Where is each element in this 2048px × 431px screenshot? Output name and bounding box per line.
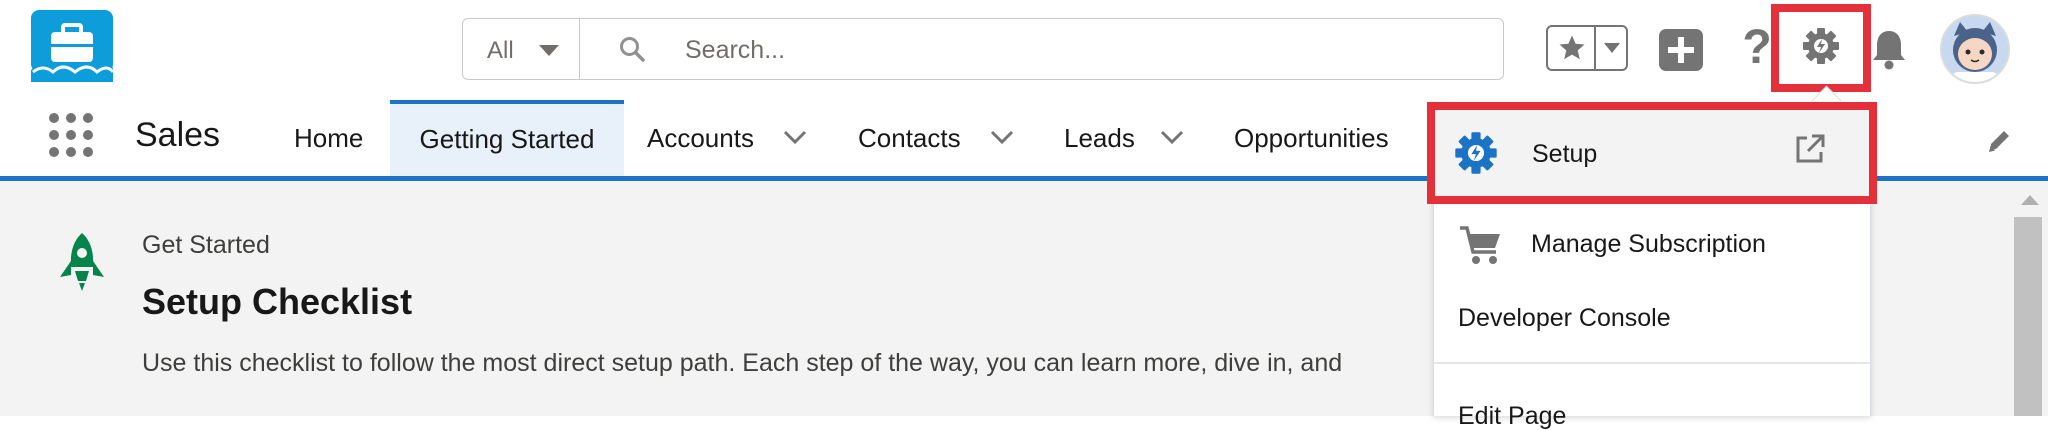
menu-item-edit-page[interactable]: Edit Page <box>1434 366 1870 430</box>
page-description: Use this checklist to follow the most di… <box>142 349 1343 377</box>
rocket-icon <box>55 231 109 293</box>
setup-dropdown-menu: Setup Manage Subscription Developer Cons… <box>1427 102 1877 430</box>
nav-tab-accounts[interactable]: Accounts <box>647 100 754 176</box>
app-launcher-icon[interactable] <box>48 112 94 158</box>
search-input[interactable] <box>683 30 1467 70</box>
nav-tab-contacts[interactable]: Contacts <box>858 100 961 176</box>
menu-item-manage-subscription[interactable]: Manage Subscription <box>1434 210 1870 284</box>
app-logo-icon[interactable] <box>31 10 115 82</box>
nav-tab-leads[interactable]: Leads <box>1064 100 1135 176</box>
scroll-up-icon[interactable] <box>2021 195 2039 205</box>
favorites-divider <box>1594 27 1596 69</box>
vertical-scrollbar[interactable] <box>2008 181 2048 416</box>
caret-down-icon <box>539 45 559 56</box>
edit-nav-pencil-icon[interactable] <box>1986 128 2012 154</box>
search-icon <box>619 36 645 62</box>
app-name: Sales <box>135 116 221 154</box>
favorites-button-group <box>1546 25 1628 71</box>
leads-chevron-down-icon[interactable] <box>1160 129 1184 145</box>
external-link-icon <box>1793 132 1827 173</box>
shopping-cart-icon <box>1458 222 1504 275</box>
nav-tab-opportunities[interactable]: Opportunities <box>1234 100 1389 176</box>
setup-gear-button[interactable] <box>1771 4 1871 92</box>
menu-item-developer-console-label: Developer Console <box>1458 304 1671 332</box>
gear-icon <box>1803 28 1839 64</box>
menu-item-manage-subscription-label: Manage Subscription <box>1531 230 1766 258</box>
scrollbar-thumb[interactable] <box>2014 217 2042 416</box>
nav-tab-getting-started[interactable]: Getting Started <box>390 100 624 176</box>
global-header: All ? <box>0 0 2048 101</box>
setup-gear-icon <box>1453 130 1499 183</box>
global-actions-plus-icon[interactable] <box>1659 29 1703 71</box>
menu-item-edit-page-label: Edit Page <box>1458 402 1567 430</box>
contacts-chevron-down-icon[interactable] <box>990 129 1014 145</box>
search-scope-label: All <box>487 37 514 64</box>
menu-item-setup-label: Setup <box>1532 140 1598 168</box>
notifications-bell-icon[interactable] <box>1870 28 1908 70</box>
nav-tab-home[interactable]: Home <box>294 100 363 176</box>
menu-divider <box>1434 362 1870 364</box>
accounts-chevron-down-icon[interactable] <box>783 129 807 145</box>
favorites-dropdown-icon[interactable] <box>1604 43 1620 53</box>
page-title: Setup Checklist <box>142 281 413 322</box>
menu-item-developer-console[interactable]: Developer Console <box>1434 286 1870 360</box>
user-avatar[interactable] <box>1940 14 2010 84</box>
menu-item-setup[interactable]: Setup <box>1427 102 1877 204</box>
search-scope-dropdown[interactable]: All <box>463 19 580 79</box>
global-search: All <box>462 18 1504 80</box>
section-eyebrow: Get Started <box>142 231 270 259</box>
star-icon[interactable] <box>1557 33 1587 63</box>
